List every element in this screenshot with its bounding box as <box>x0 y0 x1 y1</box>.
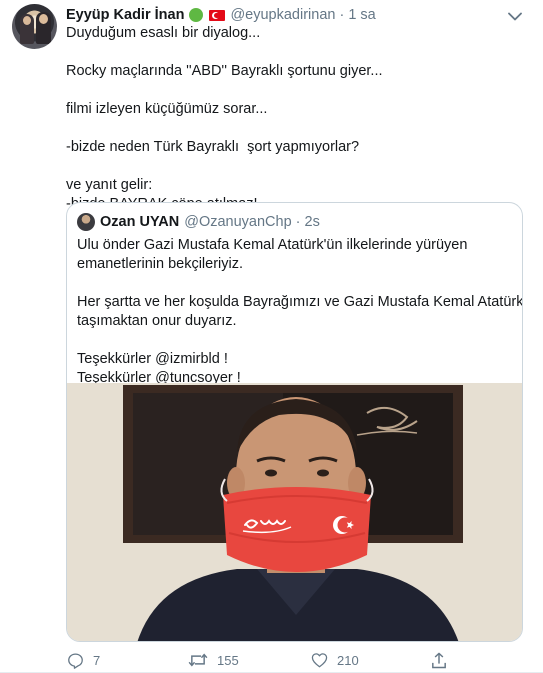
retweet-icon <box>188 651 208 669</box>
like-icon <box>310 651 328 669</box>
quoted-line: Her şartta ve her koşulda Bayrağımızı ve… <box>77 294 523 310</box>
quoted-line: Teşekkürler @izmirbld ! <box>77 351 228 367</box>
more-icon[interactable] <box>505 6 525 26</box>
tweet-header: Eyyüp Kadir İnan @eyupkadirinan · 1 sa <box>66 6 376 24</box>
like-action[interactable]: 210 <box>310 650 359 670</box>
tweet-line: ve yanıt gelir: <box>66 177 153 193</box>
quoted-text: Ulu önder Gazi Mustafa Kemal Atatürk'ün … <box>77 236 523 388</box>
quoted-photo[interactable] <box>67 383 522 641</box>
quoted-line: Ulu önder Gazi Mustafa Kemal Atatürk'ün … <box>77 237 468 253</box>
quoted-header: Ozan UYAN @OzanuyanChp · 2s <box>77 212 320 232</box>
retweet-count: 155 <box>217 652 239 668</box>
reply-count: 7 <box>93 652 101 668</box>
green-circle-emoji-icon <box>189 8 204 22</box>
quoted-handle: @OzanuyanChp <box>184 214 292 230</box>
like-count: 210 <box>337 652 359 668</box>
reply-icon <box>66 651 84 669</box>
man-with-flag-mask-image <box>67 383 522 641</box>
author-handle[interactable]: @eyupkadirinan <box>230 7 335 23</box>
tweet-text: Duyduğum esaslı bir diyalog... Rocky maç… <box>66 24 526 214</box>
quoted-avatar <box>77 213 95 231</box>
share-icon <box>430 651 448 669</box>
author-name[interactable]: Eyyüp Kadir İnan <box>66 7 184 23</box>
separator: · <box>339 7 345 23</box>
quoted-time: 2s <box>304 214 320 230</box>
tweet-line: -bizde neden Türk Bayraklı şort yapmıyor… <box>66 139 360 155</box>
quoted-line: taşımaktan onur duyarız. <box>77 313 237 329</box>
quoted-author-name: Ozan UYAN <box>100 214 180 230</box>
tweet-line: filmi izleyen küçüğümüz sorar... <box>66 101 268 117</box>
quoted-tweet[interactable]: Ozan UYAN @OzanuyanChp · 2s Ulu önder Ga… <box>66 202 523 642</box>
author-avatar[interactable] <box>12 4 57 49</box>
tweet-line: Duyduğum esaslı bir diyalog... <box>66 25 261 41</box>
turkey-flag-icon <box>209 9 226 21</box>
quoted-line: emanetlerinin bekçileriyiz. <box>77 256 244 272</box>
reply-action[interactable]: 7 <box>66 650 100 670</box>
tweet-time[interactable]: 1 sa <box>348 7 375 23</box>
retweet-action[interactable]: 155 <box>188 650 239 670</box>
tweet-line: Rocky maçlarında ''ABD'' Bayraklı şortun… <box>66 63 383 79</box>
separator: · <box>295 214 301 230</box>
tweet[interactable]: Eyyüp Kadir İnan @eyupkadirinan · 1 sa D… <box>0 0 543 673</box>
share-action[interactable] <box>430 650 448 670</box>
